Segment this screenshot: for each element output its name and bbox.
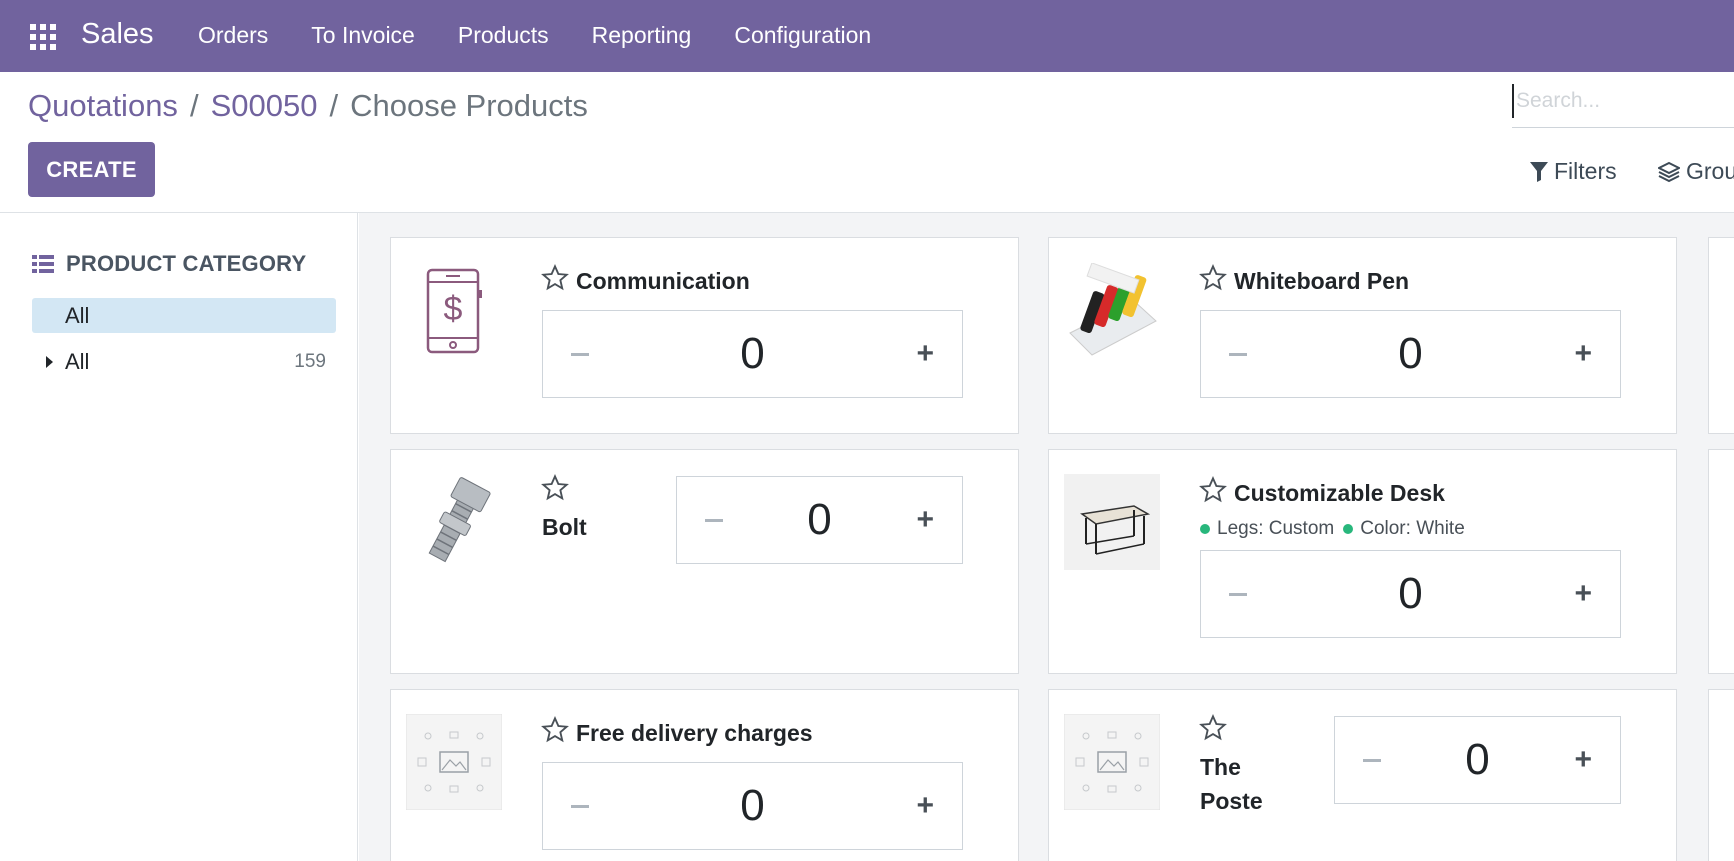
sidebar-title-label: PRODUCT CATEGORY: [66, 251, 307, 276]
menu-reporting[interactable]: Reporting: [592, 22, 692, 49]
attribute-color: Color: White: [1360, 518, 1465, 539]
product-card[interactable]: [1708, 449, 1734, 674]
favorite-star-icon[interactable]: [1199, 264, 1227, 292]
decrease-button[interactable]: [1363, 758, 1381, 762]
search-input[interactable]: [1512, 84, 1734, 118]
search-box: [1512, 84, 1734, 128]
filters-button[interactable]: Filters: [1530, 158, 1617, 185]
quantity-value[interactable]: 0: [543, 781, 962, 831]
desk-image: [1064, 474, 1160, 570]
product-card[interactable]: Free delivery charges 0 +: [390, 689, 1019, 861]
menu-products[interactable]: Products: [458, 22, 549, 49]
product-card[interactable]: Whiteboard Pen 0 +: [1048, 237, 1677, 434]
grid-icon[interactable]: [30, 24, 58, 50]
favorite-star-icon[interactable]: [541, 264, 569, 292]
top-navbar: Sales Orders To Invoice Products Reporti…: [0, 0, 1734, 72]
quantity-stepper: 0 +: [1334, 716, 1621, 804]
quantity-stepper: 0 +: [1200, 310, 1621, 398]
increase-button[interactable]: +: [916, 791, 934, 821]
increase-button[interactable]: +: [1574, 579, 1592, 609]
breadcrumb-separator: /: [329, 88, 339, 123]
quantity-stepper: 0 +: [676, 476, 963, 564]
decrease-button[interactable]: [571, 804, 589, 808]
product-card[interactable]: [1708, 237, 1734, 434]
breadcrumb-separator: /: [189, 88, 199, 123]
product-attributes: Legs: Custom Color: White: [1200, 518, 1465, 540]
filter-icon: [1530, 161, 1548, 182]
sidebar-title: PRODUCT CATEGORY: [32, 251, 306, 277]
increase-button[interactable]: +: [916, 339, 934, 369]
attribute-dot-icon: [1343, 524, 1354, 534]
product-name: Whiteboard Pen: [1234, 268, 1410, 294]
product-name: Bolt: [542, 514, 587, 540]
favorite-star-icon[interactable]: [541, 474, 569, 502]
breadcrumb: Quotations / S00050 / Choose Products: [28, 88, 588, 124]
menu-configuration[interactable]: Configuration: [734, 22, 871, 49]
favorite-star-icon[interactable]: [541, 716, 569, 744]
app-name[interactable]: Sales: [81, 18, 154, 51]
quantity-value[interactable]: 0: [1201, 569, 1620, 619]
layers-icon: [1658, 161, 1680, 182]
filters-label: Filters: [1554, 158, 1617, 184]
caret-right-icon[interactable]: [46, 356, 53, 368]
decrease-button[interactable]: [1229, 592, 1247, 596]
favorite-star-icon[interactable]: [1199, 714, 1227, 742]
product-card[interactable]: [1708, 689, 1734, 861]
product-card[interactable]: $ Communication 0 +: [390, 237, 1019, 434]
product-name: Customizable Desk: [1234, 480, 1445, 506]
decrease-button[interactable]: [571, 352, 589, 356]
product-kanban: $ Communication 0 + Whiteboard Pen 0 + B…: [359, 213, 1734, 861]
bolt-image: [428, 477, 491, 563]
menu-to-invoice[interactable]: To Invoice: [311, 22, 415, 49]
page-title: Choose Products: [350, 88, 588, 123]
svg-text:$: $: [444, 290, 463, 328]
increase-button[interactable]: +: [1574, 745, 1592, 775]
whiteboard-pen-image: [1069, 263, 1157, 356]
quantity-value[interactable]: 0: [1201, 329, 1620, 379]
product-name: Communication: [576, 268, 750, 294]
attribute-legs: Legs: Custom: [1217, 518, 1335, 539]
breadcrumb-quotations[interactable]: Quotations: [28, 88, 178, 124]
category-count: 159: [294, 351, 326, 372]
increase-button[interactable]: +: [916, 505, 934, 535]
placeholder-image: [406, 714, 502, 810]
groupby-button[interactable]: Grou: [1658, 158, 1734, 185]
quantity-value[interactable]: 0: [543, 329, 962, 379]
category-label: All: [65, 349, 90, 374]
list-icon: [32, 255, 54, 273]
groupby-label: Grou: [1686, 158, 1734, 184]
category-sidebar: PRODUCT CATEGORY All All 159: [0, 213, 358, 861]
product-card[interactable]: The Poste 0 +: [1048, 689, 1677, 861]
placeholder-image: [1064, 714, 1160, 810]
product-name: Free delivery charges: [576, 720, 813, 746]
product-card[interactable]: Customizable Desk Legs: Custom Color: Wh…: [1048, 449, 1677, 674]
decrease-button[interactable]: [705, 518, 723, 522]
quantity-stepper: 0 +: [542, 310, 963, 398]
breadcrumb-order[interactable]: S00050: [211, 88, 318, 124]
increase-button[interactable]: +: [1574, 339, 1592, 369]
category-tree-item[interactable]: All 159: [32, 346, 336, 378]
product-name-line2: Poste: [1200, 788, 1263, 814]
main-menu: Orders To Invoice Products Reporting Con…: [198, 22, 914, 49]
decrease-button[interactable]: [1229, 352, 1247, 356]
product-name-line1: The: [1200, 754, 1241, 780]
quantity-stepper: 0 +: [1200, 550, 1621, 638]
category-all-selected[interactable]: All: [32, 298, 336, 333]
product-card[interactable]: Bolt 0 +: [390, 449, 1019, 674]
favorite-star-icon[interactable]: [1199, 476, 1227, 504]
phone-dollar-icon: $: [426, 268, 482, 354]
attribute-dot-icon: [1200, 524, 1210, 534]
menu-orders[interactable]: Orders: [198, 22, 268, 49]
create-button[interactable]: CREATE: [28, 142, 155, 197]
quantity-stepper: 0 +: [542, 762, 963, 850]
